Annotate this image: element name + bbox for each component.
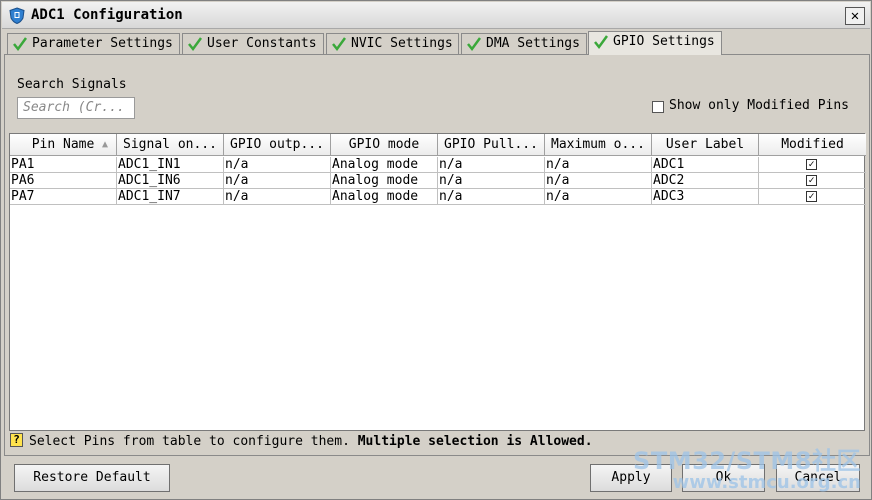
cell-pin-name: PA7	[10, 189, 117, 205]
check-icon	[594, 35, 609, 50]
column-header-signal[interactable]: Signal on...	[117, 134, 224, 156]
cell-user-label: ADC2	[652, 173, 759, 189]
cell-gpio-pull: n/a	[438, 157, 545, 173]
close-button[interactable]: ✕	[845, 7, 865, 25]
hint-bar: ? Select Pins from table to configure th…	[7, 432, 867, 452]
tab-label: NVIC Settings	[351, 36, 453, 51]
cell-gpio-mode: Analog mode	[331, 173, 438, 189]
table-row[interactable]: PA6 ADC1_IN6 n/a Analog mode n/a n/a ADC…	[10, 173, 866, 189]
modified-checkbox[interactable]: ✓	[806, 159, 817, 170]
tab-gpio-settings[interactable]: GPIO Settings	[588, 31, 722, 55]
column-header-gpio-mode[interactable]: GPIO mode	[331, 134, 438, 156]
cell-pin-name: PA6	[10, 173, 117, 189]
modified-checkbox[interactable]: ✓	[806, 175, 817, 186]
check-icon	[188, 37, 203, 52]
tab-label: User Constants	[207, 36, 317, 51]
check-icon	[13, 37, 28, 52]
tab-label: GPIO Settings	[613, 34, 715, 49]
cell-user-label: ADC1	[652, 157, 759, 173]
hint-emphasis: Multiple selection is Allowed.	[357, 434, 593, 449]
search-signals-input[interactable]: Search (Cr...	[17, 97, 135, 119]
hint-text: Select Pins from table to configure them…	[29, 434, 593, 449]
cell-gpio-mode: Analog mode	[331, 189, 438, 205]
cell-gpio-pull: n/a	[438, 189, 545, 205]
cell-signal: ADC1_IN1	[117, 157, 224, 173]
adc1-config-dialog: ADC1 Configuration ✕ Parameter Settings …	[0, 0, 872, 500]
tab-label: DMA Settings	[486, 36, 580, 51]
column-header-maximum-output[interactable]: Maximum o...	[545, 134, 652, 156]
column-header-user-label[interactable]: User Label	[652, 134, 759, 156]
cancel-button[interactable]: Cancel	[776, 464, 860, 492]
show-modified-checkbox[interactable]	[652, 101, 664, 113]
cell-pin-name: PA1	[10, 157, 117, 173]
column-header-modified[interactable]: Modified	[759, 134, 866, 156]
column-header-gpio-pull[interactable]: GPIO Pull...	[438, 134, 545, 156]
cell-gpio-output: n/a	[224, 173, 331, 189]
search-signals-label: Search Signals	[17, 77, 127, 92]
modified-checkbox[interactable]: ✓	[806, 191, 817, 202]
tab-parameter-settings[interactable]: Parameter Settings	[7, 33, 180, 55]
tab-label: Parameter Settings	[32, 36, 173, 51]
column-header-label: Pin Name	[31, 137, 95, 152]
check-icon	[467, 37, 482, 52]
gpio-settings-panel: Search Signals Search (Cr... Show only M…	[4, 54, 870, 456]
app-shield-icon	[9, 7, 25, 24]
cell-maximum-output: n/a	[545, 173, 652, 189]
cell-gpio-output: n/a	[224, 157, 331, 173]
cell-user-label: ADC3	[652, 189, 759, 205]
hint-message: Select Pins from table to configure them…	[29, 434, 350, 449]
table-row[interactable]: PA1 ADC1_IN1 n/a Analog mode n/a n/a ADC…	[10, 157, 866, 173]
cell-maximum-output: n/a	[545, 157, 652, 173]
cell-signal: ADC1_IN6	[117, 173, 224, 189]
tab-dma-settings[interactable]: DMA Settings	[461, 33, 587, 55]
cell-modified: ✓	[759, 157, 866, 173]
tab-user-constants[interactable]: User Constants	[182, 33, 324, 55]
cell-signal: ADC1_IN7	[117, 189, 224, 205]
window-title: ADC1 Configuration	[31, 7, 183, 23]
cell-gpio-pull: n/a	[438, 173, 545, 189]
apply-button[interactable]: Apply	[590, 464, 672, 492]
ok-button[interactable]: Ok	[682, 464, 765, 492]
show-modified-label: Show only Modified Pins	[669, 98, 850, 113]
tab-nvic-settings[interactable]: NVIC Settings	[326, 33, 459, 55]
help-icon: ?	[10, 433, 23, 447]
column-header-pin-name[interactable]: Pin Name ▲	[10, 134, 117, 156]
column-header-gpio-output[interactable]: GPIO outp...	[224, 134, 331, 156]
table-row[interactable]: PA7 ADC1_IN7 n/a Analog mode n/a n/a ADC…	[10, 189, 866, 205]
cell-modified: ✓	[759, 189, 866, 205]
cell-modified: ✓	[759, 173, 866, 189]
check-icon	[332, 37, 347, 52]
cell-gpio-output: n/a	[224, 189, 331, 205]
restore-default-button[interactable]: Restore Default	[14, 464, 170, 492]
title-bar[interactable]: ADC1 Configuration ✕	[2, 2, 870, 29]
cell-gpio-mode: Analog mode	[331, 157, 438, 173]
cell-maximum-output: n/a	[545, 189, 652, 205]
table-header: Pin Name ▲ Signal on... GPIO outp... GPI…	[10, 134, 866, 156]
gpio-pins-table: Pin Name ▲ Signal on... GPIO outp... GPI…	[9, 133, 866, 431]
sort-ascending-icon: ▲	[101, 139, 108, 150]
